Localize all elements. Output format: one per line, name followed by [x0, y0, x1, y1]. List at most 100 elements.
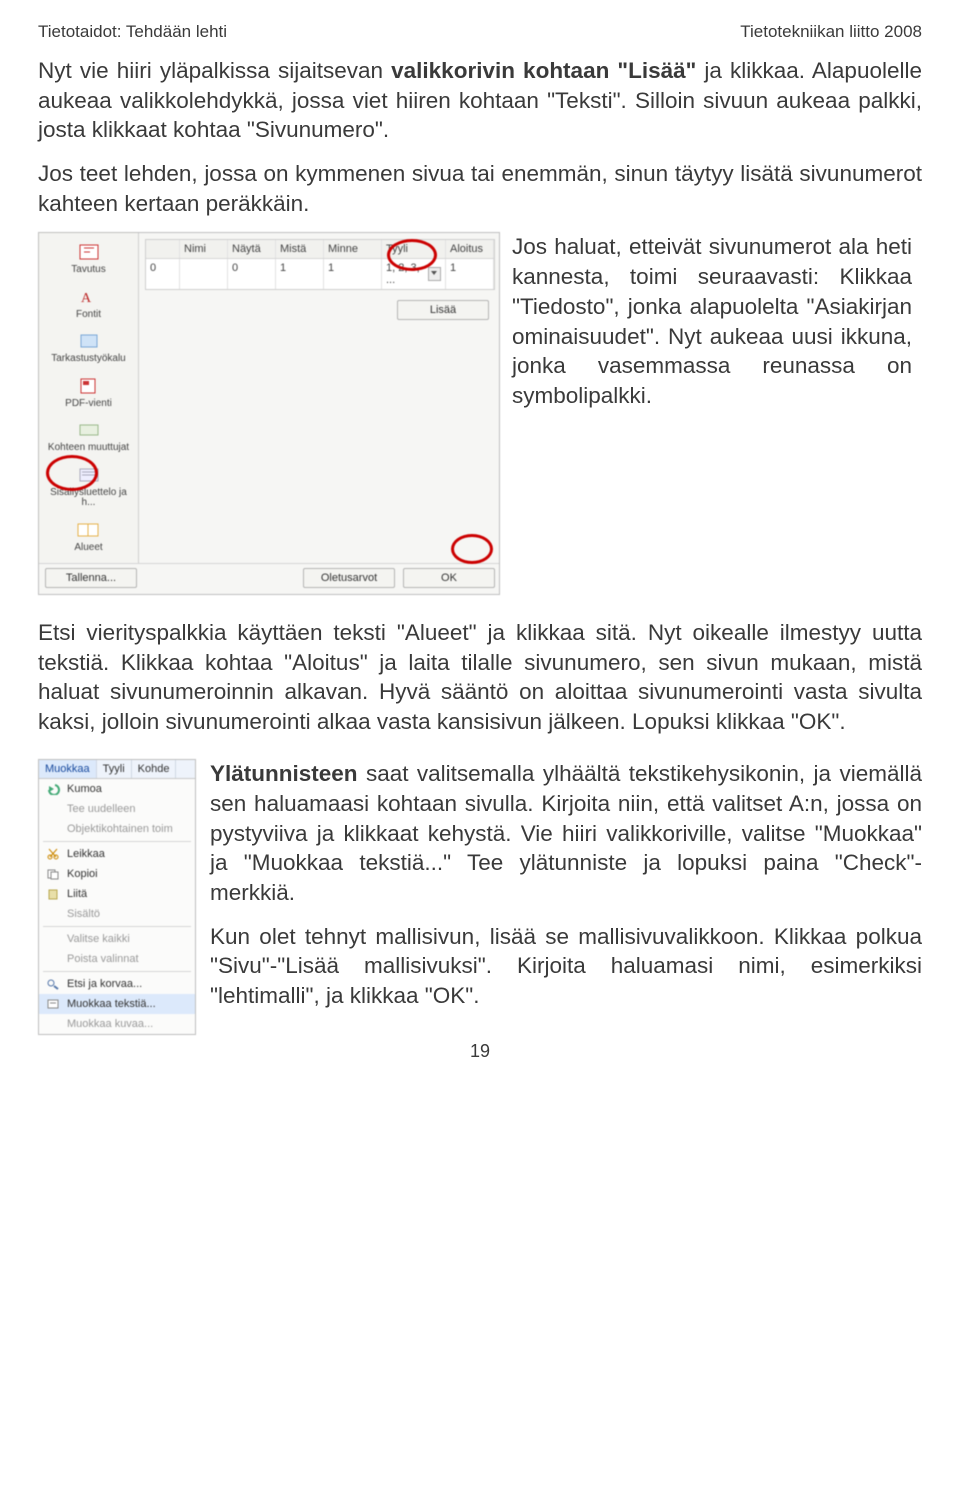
save-button[interactable]: Tallenna...: [45, 568, 137, 588]
copy-icon: [45, 867, 61, 881]
sidebar-item-label: Fontit: [76, 310, 101, 321]
separator: [43, 841, 191, 842]
menu-item-label: Kumoa: [67, 783, 102, 795]
menu-item-label: Muokkaa kuvaa...: [67, 1018, 153, 1030]
table-row[interactable]: 0 0 1 1 1, 2, 3, ... 1: [146, 259, 494, 289]
col-h[interactable]: Tyyli: [382, 240, 446, 258]
right-column: Ylätunnisteen saat valitsemalla ylhäältä…: [210, 759, 922, 1025]
sidebar-item-kohteen[interactable]: Kohteen muuttujat: [43, 415, 134, 460]
redo-icon: [45, 802, 61, 816]
search-icon: [45, 977, 61, 991]
select-all-icon: [45, 932, 61, 946]
menu-item-label: Etsi ja korvaa...: [67, 978, 142, 990]
menu-item-tee-uudelleen: Tee uudelleen: [39, 799, 195, 819]
menu-item-kopioi[interactable]: Kopioi: [39, 864, 195, 884]
toc-icon: [76, 464, 102, 486]
menu-item-label: Liitä: [67, 888, 87, 900]
tab-muokkaa[interactable]: Muokkaa: [39, 760, 97, 778]
sections-icon: [76, 519, 102, 541]
menu-item-poista-valinnat: Poista valinnat: [39, 949, 195, 969]
header-left: Tietotaidot: Tehdään lehti: [38, 22, 227, 42]
menu-item-label: Leikkaa: [67, 848, 105, 860]
menu-item-leikkaa[interactable]: Leikkaa: [39, 844, 195, 864]
ok-button[interactable]: OK: [403, 568, 495, 588]
preflight-icon: [76, 330, 102, 352]
menu-item-sisalto: Sisältö: [39, 904, 195, 924]
separator: [43, 926, 191, 927]
menu-item-muokkaa-kuvaa: Muokkaa kuvaa...: [39, 1014, 195, 1034]
svg-text:A: A: [81, 291, 92, 306]
sidebar-item-label: Alueet: [74, 543, 102, 554]
sidebar-item-pdf[interactable]: PDF-vienti: [43, 371, 134, 416]
sidebar-item-tavutus[interactable]: Tavutus: [43, 237, 134, 282]
col2-p2: Kun olet tehnyt mallisivun, lisää se mal…: [210, 922, 922, 1011]
page-number: 19: [38, 1041, 922, 1062]
intro-p1b: valikkorivin kohtaan "Lisää": [391, 58, 696, 83]
paste-icon: [45, 887, 61, 901]
sidebar-item-sisallys[interactable]: Sisällysluettelo ja h...: [43, 460, 134, 515]
menu-item-label: Objektikohtainen toim: [67, 823, 173, 835]
add-button[interactable]: Lisää: [397, 300, 489, 320]
hyphenation-icon: [76, 241, 102, 263]
screenshot-edit-menu: Muokkaa Tyyli Kohde Kumoa Tee uudelleen …: [38, 759, 196, 1035]
col-h: [146, 240, 180, 258]
menu-item-label: Sisältö: [67, 908, 100, 920]
deselect-icon: [45, 952, 61, 966]
tab-tyyli[interactable]: Tyyli: [97, 760, 132, 778]
side-paragraph: Jos haluat, etteivät sivunumerot ala het…: [512, 232, 912, 424]
side-p1: Jos haluat, etteivät sivunumerot ala het…: [512, 232, 912, 410]
cell[interactable]: 1: [324, 259, 382, 289]
menu-item-label: Muokkaa tekstiä...: [67, 998, 156, 1010]
sidebar-item-label: Tavutus: [71, 265, 105, 276]
edit-text-icon: [45, 997, 61, 1011]
cell[interactable]: [180, 259, 228, 289]
defaults-button[interactable]: Oletusarvot: [303, 568, 395, 588]
sidebar-item-alueet[interactable]: Alueet: [43, 515, 134, 560]
after-p1: Etsi vierityspalkkia käyttäen teksti "Al…: [38, 618, 922, 737]
menu-item-etsi[interactable]: Etsi ja korvaa...: [39, 974, 195, 994]
screenshot-properties-dialog: Tavutus A Fontit Tarkastustyökalu PDF-vi…: [38, 232, 500, 595]
intro-p2: Jos teet lehden, jossa on kymmenen sivua…: [38, 159, 922, 218]
cell: 0: [146, 259, 180, 289]
col2-p1a: Ylätunnisteen: [210, 761, 358, 786]
cell-style[interactable]: 1, 2, 3, ...: [382, 259, 446, 289]
menu-item-label: Valitse kaikki: [67, 933, 130, 945]
cell-aloitus[interactable]: 1: [446, 259, 494, 289]
intro-p1a: Nyt vie hiiri yläpalkissa sijaitsevan: [38, 58, 391, 83]
col-h-aloitus[interactable]: Aloitus: [446, 240, 494, 258]
intro-text: Nyt vie hiiri yläpalkissa sijaitsevan va…: [38, 56, 922, 218]
after-text: Etsi vierityspalkkia käyttäen teksti "Al…: [38, 618, 922, 737]
menu-item-label: Kopioi: [67, 868, 98, 880]
sidebar-item-tarkastus[interactable]: Tarkastustyökalu: [43, 326, 134, 371]
menu-item-liita[interactable]: Liitä: [39, 884, 195, 904]
pdf-icon: [76, 375, 102, 397]
sections-table: Nimi Näytä Mistä Minne Tyyli Aloitus 0 0…: [145, 239, 495, 290]
fonts-icon: A: [76, 286, 102, 308]
sidebar-item-fontit[interactable]: A Fontit: [43, 282, 134, 327]
col-h[interactable]: Näytä: [228, 240, 276, 258]
tab-kohde[interactable]: Kohde: [132, 760, 177, 778]
chevron-down-icon[interactable]: [428, 267, 441, 281]
vars-icon: [76, 419, 102, 441]
menu-item-valitse-kaikki: Valitse kaikki: [39, 929, 195, 949]
menu-item-kumoa[interactable]: Kumoa: [39, 779, 195, 799]
menu-item-label: Poista valinnat: [67, 953, 139, 965]
menu-item-label: Tee uudelleen: [67, 803, 136, 815]
sidebar-item-label: Kohteen muuttujat: [48, 443, 129, 454]
header-right: Tietotekniikan liitto 2008: [740, 22, 922, 42]
cut-icon: [45, 847, 61, 861]
separator: [43, 971, 191, 972]
menu-item-objekti: Objektikohtainen toim: [39, 819, 195, 839]
col-h[interactable]: Nimi: [180, 240, 228, 258]
sidebar: Tavutus A Fontit Tarkastustyökalu PDF-vi…: [39, 233, 139, 563]
sidebar-item-label: Tarkastustyökalu: [51, 354, 125, 365]
menu-item-muokkaa-tekstia[interactable]: Muokkaa tekstiä...: [39, 994, 195, 1014]
sidebar-item-label: PDF-vienti: [65, 399, 112, 410]
undo-icon: [45, 782, 61, 796]
action-icon: [45, 822, 61, 836]
col-h[interactable]: Mistä: [276, 240, 324, 258]
contents-icon: [45, 907, 61, 921]
col-h[interactable]: Minne: [324, 240, 382, 258]
cell[interactable]: 0: [228, 259, 276, 289]
cell[interactable]: 1: [276, 259, 324, 289]
